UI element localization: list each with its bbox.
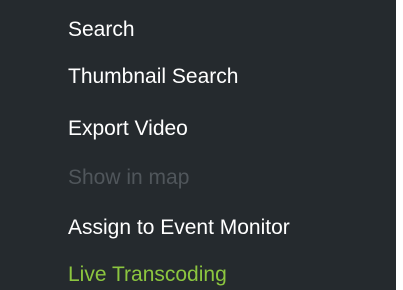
menu-item-search[interactable]: Search — [68, 18, 135, 42]
menu-item-assign-to-event-monitor[interactable]: Assign to Event Monitor — [68, 216, 290, 240]
context-menu: Search Thumbnail Search Export Video Sho… — [0, 0, 396, 290]
menu-item-thumbnail-search[interactable]: Thumbnail Search — [68, 65, 238, 89]
menu-item-show-in-map: Show in map — [68, 166, 190, 189]
menu-item-export-video[interactable]: Export Video — [68, 117, 188, 141]
menu-item-live-transcoding[interactable]: Live Transcoding — [68, 263, 227, 287]
background-gutter — [396, 0, 403, 290]
